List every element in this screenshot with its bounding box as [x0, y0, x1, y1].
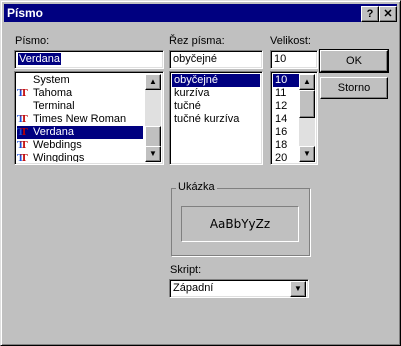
size-list-item[interactable]: 14 — [273, 113, 299, 126]
font-name: System — [33, 74, 70, 86]
script-value: Západní — [173, 282, 214, 294]
scroll-up-button[interactable]: ▲ — [145, 74, 161, 90]
truetype-icon: TT — [17, 126, 28, 138]
sample-label: Ukázka — [176, 181, 217, 193]
style-value: obyčejné — [173, 53, 218, 65]
font-dialog: Písmo ? ✕ Písmo: Verdana System TT Tahoma T… — [0, 0, 401, 346]
size-list-item[interactable]: 20 — [273, 152, 299, 162]
script-label: Skript: — [170, 264, 202, 276]
font-name-input[interactable]: Verdana — [14, 50, 164, 69]
style-list-item[interactable]: tučné — [172, 100, 260, 113]
size-list-scrollbar[interactable]: ▲ ▼ — [299, 74, 315, 162]
font-name: Wingdings — [33, 152, 85, 162]
font-list-item[interactable]: Terminal — [17, 100, 143, 113]
truetype-icon: TT — [17, 113, 28, 125]
chevron-down-icon[interactable]: ▼ — [290, 281, 306, 297]
size-list-items: 10 11 12 14 16 18 20 — [271, 74, 299, 162]
truetype-icon: TT — [17, 152, 28, 162]
style-list-item[interactable]: tučné kurzíva — [172, 113, 260, 126]
truetype-icon: TT — [17, 87, 28, 99]
size-label: Velikost: — [270, 35, 311, 47]
font-label: Písmo: — [15, 35, 50, 47]
sample-preview: AaBbYyZz — [181, 206, 299, 242]
size-scroll-thumb[interactable] — [299, 90, 315, 118]
scroll-thumb[interactable] — [145, 126, 161, 148]
style-label: Řez písma: — [169, 35, 225, 47]
font-name-value: Verdana — [18, 53, 61, 65]
scroll-down-button[interactable]: ▼ — [145, 146, 161, 162]
truetype-icon: TT — [17, 139, 28, 151]
size-list-item[interactable]: 18 — [273, 139, 299, 152]
cancel-button[interactable]: Storno — [320, 77, 388, 99]
font-list-item[interactable]: TT Times New Roman — [17, 113, 143, 126]
title-bar: Písmo ? ✕ — [4, 4, 397, 22]
window-title: Písmo — [7, 6, 44, 20]
size-list[interactable]: 10 11 12 14 16 18 20 ▲ ▼ — [270, 71, 318, 165]
style-list[interactable]: obyčejné kurzíva tučné tučné kurzíva — [169, 71, 263, 165]
font-name: Times New Roman — [33, 113, 127, 125]
size-list-item[interactable]: 16 — [273, 126, 299, 139]
font-name: Webdings — [33, 139, 82, 151]
script-select[interactable]: Západní ▼ — [169, 279, 309, 298]
size-scroll-up-button[interactable]: ▲ — [299, 74, 315, 90]
font-list-item[interactable]: TT Tahoma — [17, 87, 143, 100]
font-list-items: System TT Tahoma Terminal TT Times New Roman T… — [15, 74, 145, 162]
size-list-item[interactable]: 10 — [273, 74, 299, 87]
size-scroll-down-button[interactable]: ▼ — [299, 146, 315, 162]
help-button[interactable]: ? — [361, 6, 379, 22]
font-list-item[interactable]: TT Webdings — [17, 139, 143, 152]
font-name: Tahoma — [33, 87, 73, 99]
ok-button[interactable]: OK — [319, 49, 389, 73]
font-name: Verdana — [33, 126, 74, 138]
font-list-scrollbar[interactable]: ▲ ▼ — [145, 74, 161, 162]
font-name: Terminal — [33, 100, 75, 112]
font-list-item[interactable]: TT Verdana — [17, 126, 143, 139]
font-list-item[interactable]: System — [17, 74, 143, 87]
style-list-item[interactable]: obyčejné — [172, 74, 260, 87]
size-list-item[interactable]: 12 — [273, 100, 299, 113]
size-list-item[interactable]: 11 — [273, 87, 299, 100]
style-list-item[interactable]: kurzíva — [172, 87, 260, 100]
font-list[interactable]: System TT Tahoma Terminal TT Times New Roman T… — [14, 71, 164, 165]
close-button[interactable]: ✕ — [379, 6, 397, 22]
size-value: 10 — [274, 53, 287, 65]
size-input[interactable]: 10 — [270, 50, 318, 69]
style-input[interactable]: obyčejné — [169, 50, 263, 69]
style-list-items: obyčejné kurzíva tučné tučné kurzíva — [170, 74, 260, 162]
font-list-item[interactable]: TT Wingdings — [17, 152, 143, 162]
